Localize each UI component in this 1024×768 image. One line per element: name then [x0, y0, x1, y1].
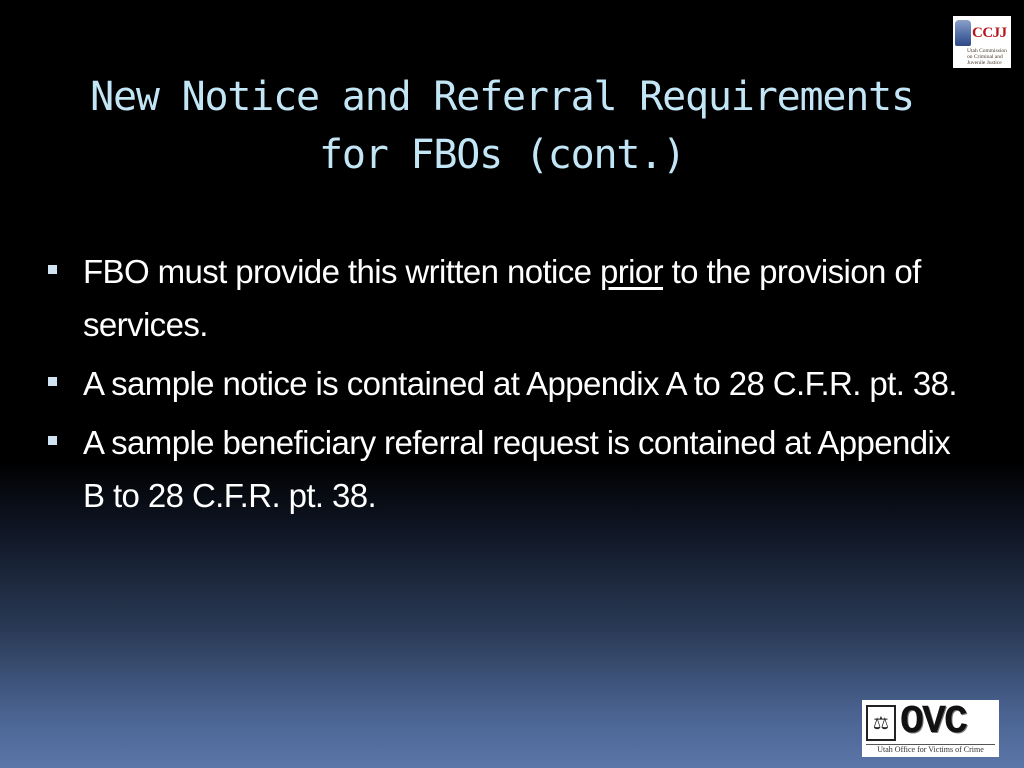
bullet-text-before: FBO must provide this written notice [83, 253, 600, 290]
underlined-emphasis: prior [600, 253, 664, 290]
utah-state-outline-icon: ⚖ [866, 705, 896, 741]
bullet-list: FBO must provide this written notice pri… [45, 245, 965, 528]
slide-title-line-1: New Notice and Referral Requirements [90, 74, 915, 120]
ccjj-emblem-icon [955, 20, 971, 46]
square-bullet-icon [48, 377, 57, 386]
bullet-item: FBO must provide this written notice pri… [45, 245, 965, 351]
bullet-item: A sample notice is contained at Appendix… [45, 357, 965, 410]
scales-of-justice-icon: ⚖ [872, 712, 890, 733]
ovc-wordmark: OVC [900, 700, 968, 745]
bullet-text: A sample notice is contained at Appendix… [83, 365, 958, 402]
ccjj-wordmark: CCJJ [972, 24, 1007, 41]
ccjj-subtitle-3: Juvenile Justice [967, 60, 1002, 66]
ccjj-logo: CCJJ Utah Commission on Criminal and Juv… [953, 16, 1011, 68]
ovc-subtitle: Utah Office for Victims of Crime [866, 744, 995, 755]
bullet-item: A sample beneficiary referral request is… [45, 416, 965, 522]
ovc-logo-header: ⚖ OVC [866, 703, 995, 743]
slide-title-line-2: for FBOs (cont.) [318, 132, 686, 178]
square-bullet-icon [48, 265, 57, 274]
square-bullet-icon [48, 436, 57, 445]
bullet-text: A sample beneficiary referral request is… [83, 424, 951, 514]
slide-title: New Notice and Referral Requirements for… [0, 68, 1004, 184]
ccjj-logo-header: CCJJ [955, 18, 1009, 48]
ovc-logo: ⚖ OVC Utah Office for Victims of Crime [862, 700, 999, 757]
